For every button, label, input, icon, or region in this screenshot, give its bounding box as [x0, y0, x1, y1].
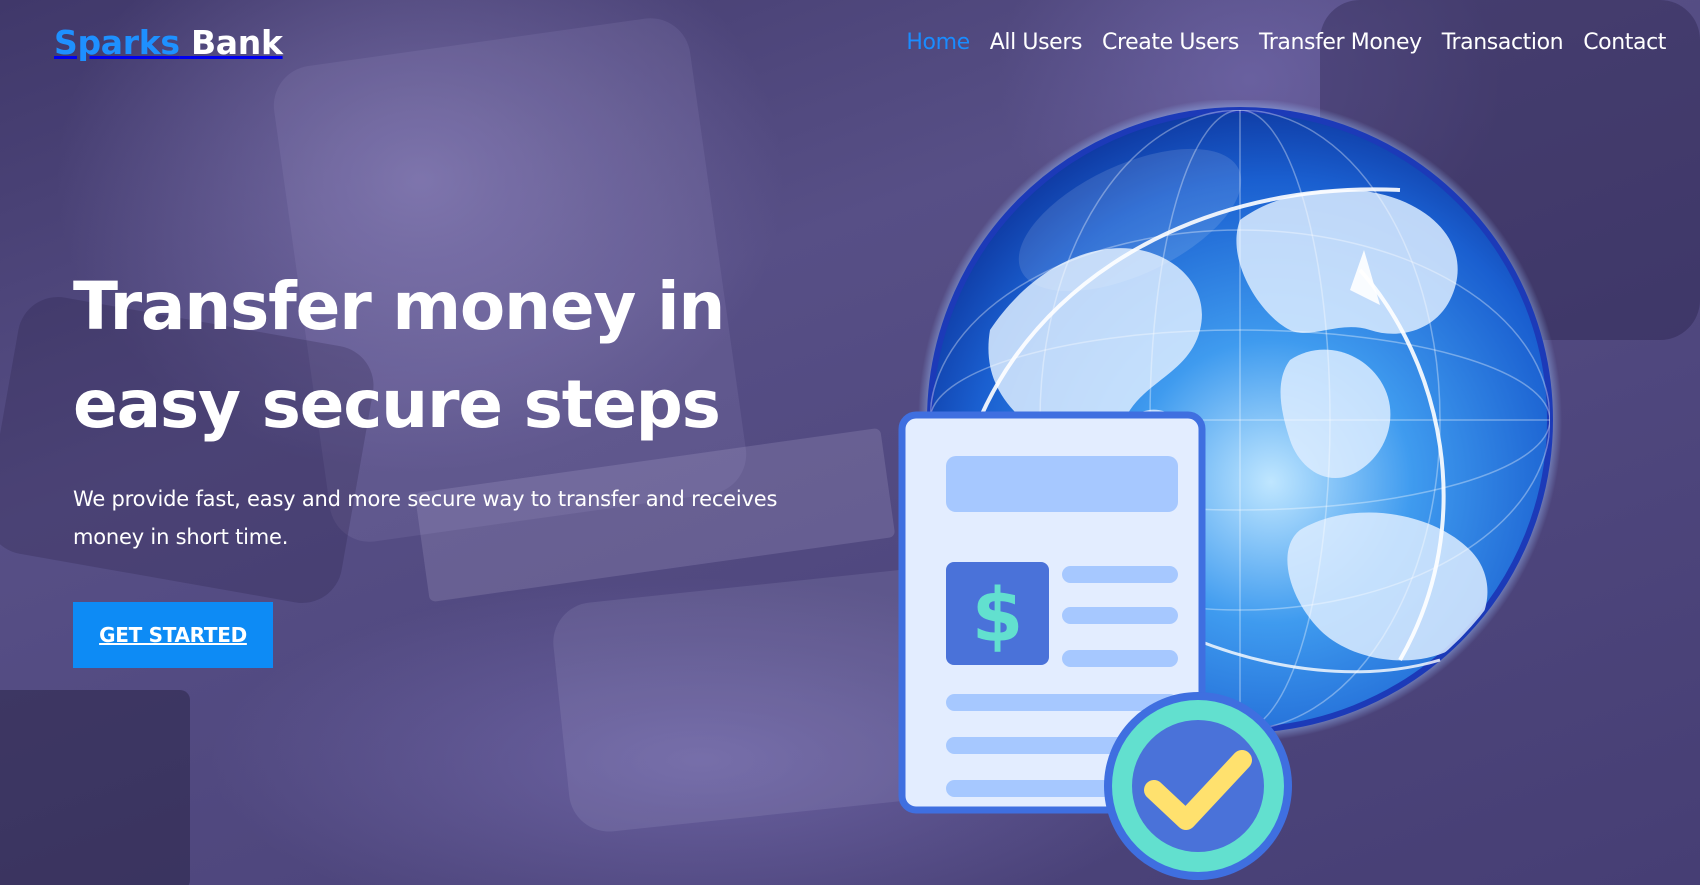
nav-create-users[interactable]: Create Users	[1102, 30, 1239, 55]
hero-subtitle: We provide fast, easy and more secure wa…	[73, 480, 793, 556]
brand-name-part2: Bank	[190, 22, 283, 62]
hero-illustration: $	[880, 100, 1600, 885]
background-photo-shape	[0, 690, 190, 885]
hero-title-line1: Transfer money in	[73, 268, 725, 345]
brand-logo[interactable]: Sparks Bank	[54, 23, 283, 62]
main-nav: Home All Users Create Users Transfer Mon…	[906, 30, 1666, 55]
nav-all-users[interactable]: All Users	[990, 30, 1083, 55]
hero-section: Transfer money in easy secure steps We p…	[73, 258, 793, 668]
site-header: Sparks Bank Home All Users Create Users …	[0, 0, 1700, 84]
dollar-icon: $	[946, 562, 1049, 665]
hero-title-line2: easy secure steps	[73, 366, 721, 443]
get-started-button[interactable]: GET STARTED	[73, 602, 273, 668]
checkmark-badge-icon	[1104, 692, 1292, 880]
hero-subtitle-line1: We provide fast, easy and more secure wa…	[73, 487, 778, 511]
hero-title: Transfer money in easy secure steps	[73, 258, 793, 454]
nav-home[interactable]: Home	[906, 30, 970, 55]
nav-transfer-money[interactable]: Transfer Money	[1259, 30, 1422, 55]
nav-transaction[interactable]: Transaction	[1442, 30, 1564, 55]
brand-name-part1: Sparks	[54, 22, 180, 62]
nav-contact[interactable]: Contact	[1583, 30, 1666, 55]
dollar-symbol: $	[972, 573, 1024, 659]
hero-subtitle-line2: money in short time.	[73, 525, 289, 549]
